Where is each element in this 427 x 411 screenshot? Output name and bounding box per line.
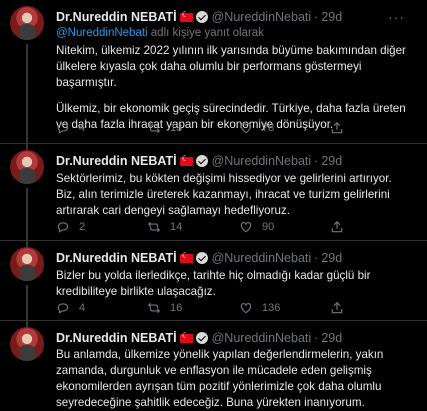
reply-mention-link[interactable]: @NureddinNebati	[56, 27, 148, 39]
turkey-flag-icon	[179, 10, 193, 22]
thread-line	[26, 188, 28, 241]
tweet[interactable]: Dr.Nureddin NEBATİ @NureddinNebati · 29d…	[0, 0, 427, 144]
avatar[interactable]	[10, 150, 44, 184]
share-button[interactable]	[330, 220, 353, 234]
verified-badge-icon	[195, 252, 208, 264]
author-handle[interactable]: @NureddinNebati	[212, 10, 312, 24]
timestamp[interactable]: 29d	[321, 10, 342, 24]
like-count: 78	[262, 122, 275, 134]
share-button[interactable]	[330, 121, 353, 135]
timestamp[interactable]: 29d	[321, 154, 342, 168]
retweet-button[interactable]: 14	[147, 220, 182, 234]
turkey-flag-icon	[179, 154, 193, 166]
more-options-icon[interactable]: ···	[388, 9, 405, 25]
verified-badge-icon	[195, 11, 208, 23]
heart-icon	[240, 222, 252, 233]
reply-button[interactable]: 4	[56, 301, 85, 315]
avatar[interactable]	[10, 247, 44, 281]
timestamp[interactable]: 29d	[321, 331, 342, 345]
timestamp[interactable]: 29d	[321, 251, 342, 265]
retweet-icon	[147, 122, 161, 134]
separator-dot: ·	[314, 10, 319, 24]
tweet-paragraph: Sektörlerimiz, bu kökten değişimi hissed…	[56, 172, 392, 217]
verified-badge-icon	[195, 332, 208, 344]
author-name[interactable]: Dr.Nureddin NEBATİ	[56, 331, 177, 345]
author-name[interactable]: Dr.Nureddin NEBATİ	[56, 10, 177, 24]
reply-icon	[57, 222, 69, 233]
separator-dot: ·	[314, 331, 319, 345]
avatar[interactable]	[10, 6, 44, 40]
tweet-paragraph: Bizler bu yolda ilerledikçe, tarihte hiç…	[56, 269, 371, 298]
thread-line	[26, 285, 28, 321]
tweet-text: Nitekim, ülkemiz 2022 yılının ilk yarısı…	[56, 43, 413, 133]
like-button[interactable]: 78	[239, 121, 274, 135]
tweet-thread: Dr.Nureddin NEBATİ @NureddinNebati · 29d…	[0, 0, 427, 410]
thread-line	[26, 44, 28, 144]
reply-count: 4	[79, 122, 86, 134]
share-icon	[331, 121, 343, 134]
reply-icon	[57, 303, 69, 314]
reply-icon	[57, 123, 69, 134]
reply-context-text: adlı kişiye yanıt olarak	[147, 27, 264, 39]
tweet-actions: 4 16 136	[56, 301, 413, 317]
like-count: 136	[262, 302, 281, 314]
like-count: 90	[262, 221, 275, 233]
retweet-icon	[147, 221, 161, 233]
tweet-header: Dr.Nureddin NEBATİ @NureddinNebati · 29d…	[56, 9, 417, 25]
tweet-text: Bu anlamda, ülkemize yönelik yapılan değ…	[56, 347, 413, 411]
reply-button[interactable]: 2	[56, 220, 85, 234]
reply-count: 4	[79, 302, 86, 314]
tweet[interactable]: Dr.Nureddin NEBATİ @NureddinNebati · 29d…	[0, 321, 427, 410]
tweet-text: Bizler bu yolda ilerledikçe, tarihte hiç…	[56, 268, 413, 300]
tweet-header: Dr.Nureddin NEBATİ @NureddinNebati · 29d	[56, 154, 417, 169]
retweet-button[interactable]: 13	[147, 121, 182, 135]
author-name[interactable]: Dr.Nureddin NEBATİ	[56, 251, 177, 265]
retweet-icon	[147, 302, 161, 314]
tweet-actions: 4 13 78	[56, 121, 413, 137]
tweet-text: Sektörlerimiz, bu kökten değişimi hissed…	[56, 171, 413, 219]
share-icon	[331, 301, 343, 314]
heart-icon	[240, 303, 252, 314]
heart-icon	[240, 123, 252, 134]
tweet-header: Dr.Nureddin NEBATİ @NureddinNebati · 29d	[56, 251, 417, 266]
author-handle[interactable]: @NureddinNebati	[212, 331, 312, 345]
avatar[interactable]	[10, 327, 44, 361]
retweet-count: 16	[170, 302, 183, 314]
tweet-paragraph: Bu anlamda, ülkemize yönelik yapılan değ…	[56, 348, 384, 409]
reply-button[interactable]: 4	[56, 121, 85, 135]
turkey-flag-icon	[179, 331, 193, 343]
reply-count: 2	[79, 221, 86, 233]
like-button[interactable]: 90	[239, 220, 274, 234]
author-handle[interactable]: @NureddinNebati	[212, 154, 312, 168]
retweet-count: 13	[170, 122, 183, 134]
author-handle[interactable]: @NureddinNebati	[212, 251, 312, 265]
tweet-actions: 2 14 90	[56, 220, 413, 236]
retweet-button[interactable]: 16	[147, 301, 182, 315]
like-button[interactable]: 136	[239, 301, 280, 315]
turkey-flag-icon	[179, 251, 193, 263]
tweet-paragraph: Nitekim, ülkemiz 2022 yılının ilk yarısı…	[56, 44, 406, 89]
reply-context: @NureddinNebati adlı kişiye yanıt olarak	[56, 27, 264, 39]
separator-dot: ·	[314, 154, 319, 168]
tweet-header: Dr.Nureddin NEBATİ @NureddinNebati · 29d	[56, 331, 417, 346]
separator-dot: ·	[314, 251, 319, 265]
tweet[interactable]: Dr.Nureddin NEBATİ @NureddinNebati · 29d…	[0, 144, 427, 241]
share-icon	[331, 220, 343, 233]
tweet[interactable]: Dr.Nureddin NEBATİ @NureddinNebati · 29d…	[0, 241, 427, 321]
verified-badge-icon	[195, 155, 208, 167]
share-button[interactable]	[330, 301, 353, 315]
author-name[interactable]: Dr.Nureddin NEBATİ	[56, 154, 177, 168]
retweet-count: 14	[170, 221, 183, 233]
